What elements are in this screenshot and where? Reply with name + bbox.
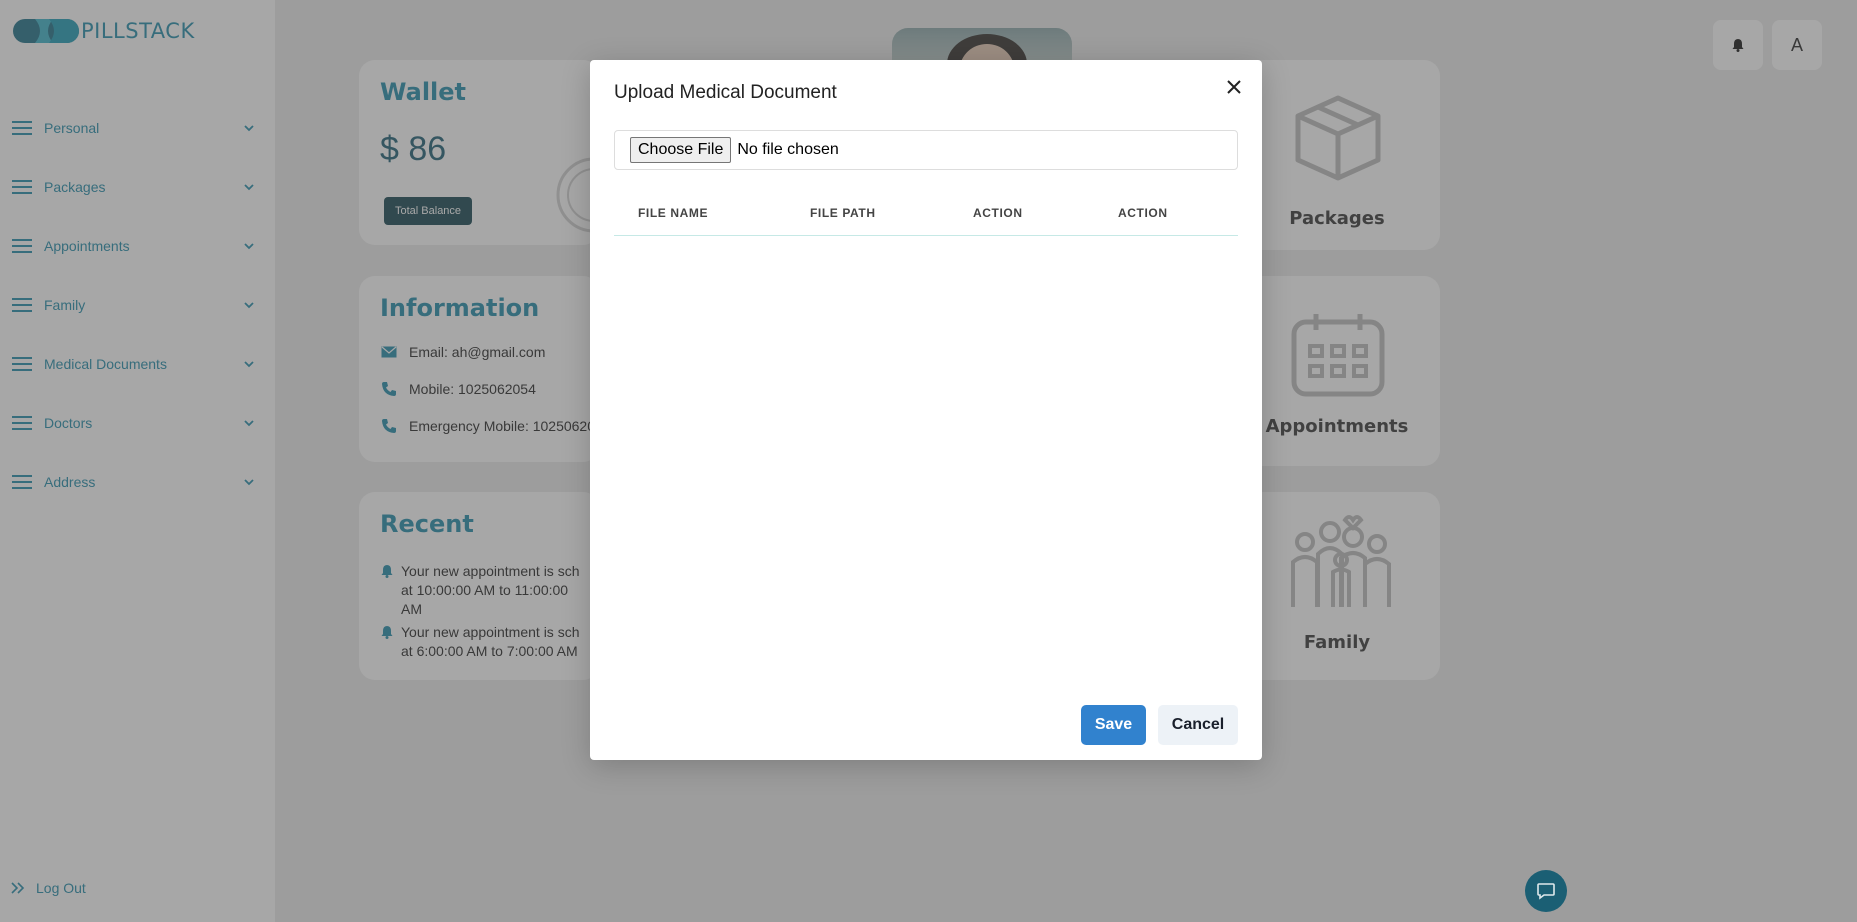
choose-file-button[interactable]: Choose File	[630, 137, 732, 163]
close-icon	[1227, 80, 1241, 94]
file-input[interactable]: Choose File No file chosen	[614, 130, 1238, 170]
column-header-action: ACTION	[973, 206, 1023, 220]
save-button[interactable]: Save	[1081, 705, 1146, 745]
chat-bubble-icon	[1537, 883, 1555, 900]
column-header-file-path: FILE PATH	[810, 206, 876, 220]
upload-document-modal: Upload Medical Document Choose File No f…	[590, 60, 1262, 760]
column-header-file-name: FILE NAME	[638, 206, 709, 220]
cancel-button[interactable]: Cancel	[1158, 705, 1238, 745]
column-header-action: ACTION	[1118, 206, 1168, 220]
documents-table-header: FILE NAME FILE PATH ACTION ACTION	[614, 194, 1238, 236]
no-file-text: No file chosen	[737, 141, 839, 158]
chat-button[interactable]	[1525, 870, 1567, 912]
modal-title: Upload Medical Document	[614, 82, 837, 103]
close-modal-button[interactable]	[1222, 75, 1246, 99]
